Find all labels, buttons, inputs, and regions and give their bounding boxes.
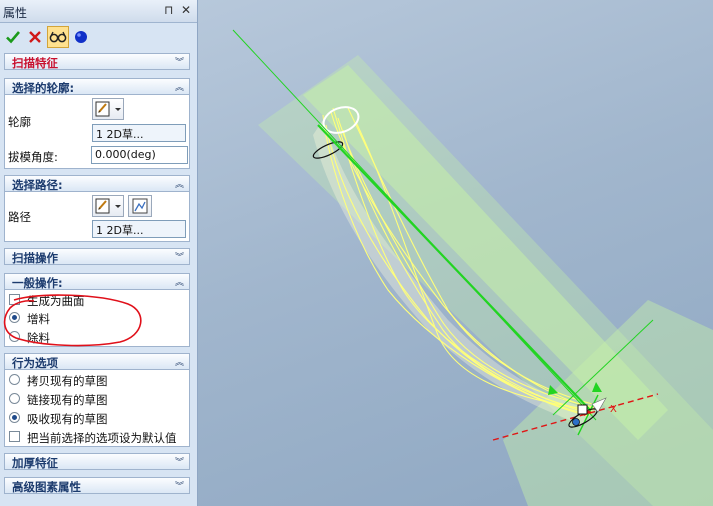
sweep-scene[interactable]: X <box>198 0 713 506</box>
blue-dot-icon <box>75 31 87 43</box>
behavior-header[interactable]: 行为选项 ︽ <box>4 353 190 370</box>
axis-label-x: X <box>610 404 617 415</box>
link-sketch-radio[interactable] <box>9 393 20 404</box>
annotation-circle <box>3 294 142 347</box>
chevron-down-icon: ︾ <box>174 458 184 468</box>
sweep-feature-header[interactable]: 扫描特征 ︾ <box>4 53 190 70</box>
preview-button[interactable] <box>47 26 69 48</box>
profile-select-button[interactable] <box>92 98 124 120</box>
panel-titlebar: 属性 ⊓ ✕ <box>0 0 197 23</box>
advanced-label: 高级图素属性 <box>12 480 81 494</box>
chevron-up-icon: ︽ <box>174 83 184 93</box>
sweep-ops-label: 扫描操作 <box>12 251 58 265</box>
path-picture-icon <box>132 198 148 214</box>
check-icon <box>6 31 20 44</box>
thicken-header[interactable]: 加厚特征 ︾ <box>4 453 190 470</box>
sweep-feature-label: 扫描特征 <box>12 56 58 70</box>
sketch-edit-icon <box>95 198 121 214</box>
option-label: 吸收现有的草图 <box>27 412 108 426</box>
behavior-label: 行为选项 <box>12 356 58 370</box>
sweep-ops-header[interactable]: 扫描操作 ︾ <box>4 248 190 265</box>
chevron-up-icon: ︽ <box>174 180 184 190</box>
origin-point[interactable] <box>572 418 580 426</box>
set-default-checkbox[interactable] <box>9 431 20 442</box>
chevron-up-icon: ︽ <box>174 358 184 368</box>
anchor-handle[interactable] <box>577 404 588 415</box>
profile-section-header[interactable]: 选择的轮廓: ︽ <box>4 78 190 95</box>
option-link-sketch[interactable]: 链接现有的草图 <box>5 389 189 408</box>
sketch-edit-icon <box>95 101 121 117</box>
profile-section-label: 选择的轮廓: <box>12 81 75 95</box>
option-label: 拷贝现有的草图 <box>27 374 108 388</box>
chevron-down-icon: ︾ <box>174 58 184 68</box>
close-icon[interactable]: ✕ <box>181 3 191 17</box>
behavior-body: 拷贝现有的草图 链接现有的草图 吸收现有的草图 把当前选择的选项设为默认值 <box>4 370 190 447</box>
option-label: 把当前选择的选项设为默认值 <box>27 431 177 445</box>
chevron-down-icon: ︾ <box>174 482 184 492</box>
option-set-default[interactable]: 把当前选择的选项设为默认值 <box>5 427 189 446</box>
absorb-sketch-radio[interactable] <box>9 412 20 423</box>
general-ops-label: 一般操作: <box>12 276 63 290</box>
path-section-header[interactable]: 选择路径: ︽ <box>4 175 190 192</box>
path-list-item[interactable]: 1 2D草... <box>92 220 186 238</box>
profile-list-item[interactable]: 1 2D草... <box>92 124 186 142</box>
option-absorb-sketch[interactable]: 吸收现有的草图 <box>5 408 189 427</box>
copy-sketch-radio[interactable] <box>9 374 20 385</box>
chevron-up-icon: ︽ <box>174 278 184 288</box>
option-label: 链接现有的草图 <box>27 393 108 407</box>
x-icon <box>29 31 41 43</box>
thicken-label: 加厚特征 <box>12 456 58 470</box>
chevron-down-icon: ︾ <box>174 253 184 263</box>
profile-label: 轮廓 <box>8 115 31 129</box>
3d-viewport[interactable]: X <box>198 0 713 506</box>
path-select-button[interactable] <box>92 195 124 217</box>
ok-button[interactable] <box>4 26 22 48</box>
path-section-body: 路径 1 2D草... <box>4 192 190 242</box>
pin-icon[interactable]: ⊓ <box>164 3 173 17</box>
advanced-header[interactable]: 高级图素属性 ︾ <box>4 477 190 494</box>
path-options-button[interactable] <box>128 195 152 217</box>
general-ops-header[interactable]: 一般操作: ︽ <box>4 273 190 290</box>
apply-button[interactable] <box>73 26 89 48</box>
panel-toolbar <box>0 23 197 51</box>
profile-section-body: 轮廓 1 2D草... 拔模角度: 0.000(deg) <box>4 95 190 169</box>
draft-angle-label: 拔模角度: <box>8 150 58 164</box>
path-label: 路径 <box>8 210 31 224</box>
panel-title: 属性 <box>3 6 28 20</box>
path-section-label: 选择路径: <box>12 178 63 192</box>
option-copy-sketch[interactable]: 拷贝现有的草图 <box>5 370 189 389</box>
cancel-button[interactable] <box>26 26 44 48</box>
glasses-icon <box>49 31 67 43</box>
draft-angle-input[interactable]: 0.000(deg) <box>91 146 188 164</box>
properties-panel: 属性 ⊓ ✕ 扫描特征 ︾ 选择的轮廓: ︽ 轮廓 1 2D草... 拔模角度:… <box>0 0 198 506</box>
